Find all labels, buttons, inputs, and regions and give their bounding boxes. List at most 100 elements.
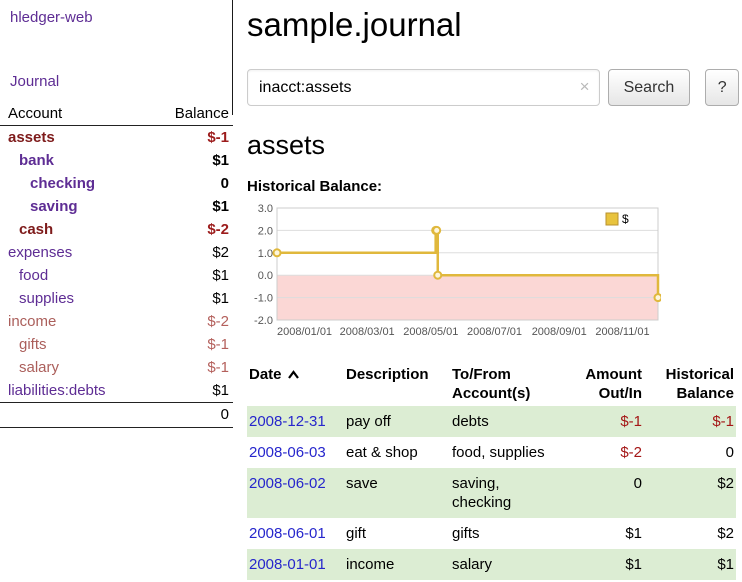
register-cell-date: 2008-06-02 — [247, 468, 344, 518]
balance-chart: 3.02.01.00.0-1.0-2.02008/01/012008/03/01… — [247, 200, 661, 346]
register-cell-accounts: saving, checking — [450, 468, 558, 518]
account-row: expenses $2 — [0, 241, 233, 264]
register-date-link[interactable]: 2008-01-01 — [249, 556, 326, 573]
account-rows: assets $-1 bank $1 checking 0 saving $1 … — [0, 126, 233, 402]
account-balance: 0 — [221, 172, 229, 195]
register-cell-description: income — [344, 549, 450, 580]
search-input[interactable] — [247, 69, 600, 106]
nav-journal-link[interactable]: Journal — [10, 73, 233, 90]
register-cell-balance: $1 — [644, 549, 736, 580]
register-cell-description: eat & shop — [344, 437, 450, 468]
clear-search-icon[interactable]: × — [580, 77, 590, 97]
account-balance: $-2 — [207, 310, 229, 333]
register-header-date[interactable]: Date — [247, 362, 344, 406]
register-date-link[interactable]: 2008-12-31 — [249, 413, 326, 430]
account-balance: $-1 — [207, 356, 229, 379]
account-link[interactable]: cash — [0, 218, 53, 241]
account-link[interactable]: bank — [0, 149, 54, 172]
register-cell-description: gift — [344, 518, 450, 549]
register-table: Date Description To/From Account(s) Amou… — [247, 362, 736, 580]
account-link[interactable]: saving — [0, 195, 78, 218]
register-date-link[interactable]: 2008-06-02 — [249, 475, 326, 492]
help-button[interactable]: ? — [705, 69, 739, 106]
account-row: income $-2 — [0, 310, 233, 333]
register-cell-amount: 0 — [558, 468, 644, 518]
register-row: 2008-12-31 pay off debts $-1 $-1 — [247, 406, 736, 437]
register-cell-balance: 0 — [644, 437, 736, 468]
data-point-marker — [433, 227, 440, 234]
accounts-total: 0 — [0, 402, 233, 428]
account-balance: $1 — [212, 195, 229, 218]
register-cell-date: 2008-01-01 — [247, 549, 344, 580]
legend-swatch — [606, 213, 618, 225]
register-header-accounts: To/From Account(s) — [450, 362, 558, 406]
register-cell-accounts: salary — [450, 549, 558, 580]
account-link[interactable]: food — [0, 264, 48, 287]
section-title: assets — [247, 130, 739, 161]
sidebar: hledger-web Journal Account Balance asse… — [0, 0, 233, 428]
register-header-date-label: Date — [249, 366, 282, 383]
legend-label: $ — [622, 212, 629, 226]
register-row: 2008-01-01 income salary $1 $1 — [247, 549, 736, 580]
account-row: saving $1 — [0, 195, 233, 218]
account-link[interactable]: assets — [0, 126, 55, 149]
data-point-marker — [655, 294, 662, 301]
search-box: × — [247, 69, 600, 106]
y-tick-label: -1.0 — [254, 293, 273, 305]
account-link[interactable]: expenses — [0, 241, 72, 264]
account-link[interactable]: checking — [0, 172, 95, 195]
account-row: supplies $1 — [0, 287, 233, 310]
data-point-marker — [274, 249, 281, 256]
account-balance: $-1 — [207, 333, 229, 356]
x-tick-label: 2008/03/01 — [340, 326, 395, 338]
account-link[interactable]: salary — [0, 356, 59, 379]
register-cell-amount: $1 — [558, 549, 644, 580]
account-row: food $1 — [0, 264, 233, 287]
register-header-balance: Historical Balance — [644, 362, 736, 406]
register-cell-date: 2008-06-01 — [247, 518, 344, 549]
register-date-link[interactable]: 2008-06-03 — [249, 444, 326, 461]
register-cell-balance: $2 — [644, 468, 736, 518]
balance-column-header: Balance — [175, 105, 229, 122]
x-tick-label: 2008/09/01 — [532, 326, 587, 338]
account-column-header: Account — [8, 105, 62, 122]
register-cell-balance: $2 — [644, 518, 736, 549]
account-link[interactable]: supplies — [0, 287, 74, 310]
account-link[interactable]: gifts — [0, 333, 47, 356]
y-tick-label: 1.0 — [258, 248, 273, 260]
x-tick-label: 2008/01/01 — [277, 326, 332, 338]
account-link[interactable]: income — [0, 310, 56, 333]
account-row: liabilities:debts $1 — [0, 379, 233, 402]
register-header-row: Date Description To/From Account(s) Amou… — [247, 362, 736, 406]
register-cell-accounts: gifts — [450, 518, 558, 549]
search-button[interactable]: Search — [608, 69, 691, 106]
register-cell-accounts: food, supplies — [450, 437, 558, 468]
account-row: assets $-1 — [0, 126, 233, 149]
account-row: bank $1 — [0, 149, 233, 172]
account-balance: $-2 — [207, 218, 229, 241]
account-balance: $1 — [212, 287, 229, 310]
chart: 3.02.01.00.0-1.0-2.02008/01/012008/03/01… — [247, 200, 739, 350]
account-balance: $1 — [212, 379, 229, 402]
chart-label: Historical Balance: — [247, 178, 739, 195]
register-body: 2008-12-31 pay off debts $-1 $-1 2008-06… — [247, 406, 736, 580]
account-row: cash $-2 — [0, 218, 233, 241]
sort-ascending-icon — [287, 370, 300, 379]
x-tick-label: 2008/07/01 — [467, 326, 522, 338]
y-tick-label: 3.0 — [258, 203, 273, 215]
register-date-link[interactable]: 2008-06-01 — [249, 525, 326, 542]
brand-link[interactable]: hledger-web — [10, 9, 233, 26]
y-tick-label: 0.0 — [258, 270, 273, 282]
sidebar-main-divider — [232, 0, 233, 115]
account-balance: $2 — [212, 241, 229, 264]
register-cell-amount: $-2 — [558, 437, 644, 468]
account-link[interactable]: liabilities:debts — [0, 379, 106, 402]
page-title: sample.journal — [247, 6, 739, 44]
register-cell-description: save — [344, 468, 450, 518]
data-point-marker — [434, 272, 441, 279]
x-tick-label: 2008/05/01 — [403, 326, 458, 338]
register-cell-description: pay off — [344, 406, 450, 437]
main-content: sample.journal × Search ? assets Histori… — [247, 0, 739, 580]
account-row: gifts $-1 — [0, 333, 233, 356]
register-cell-date: 2008-06-03 — [247, 437, 344, 468]
